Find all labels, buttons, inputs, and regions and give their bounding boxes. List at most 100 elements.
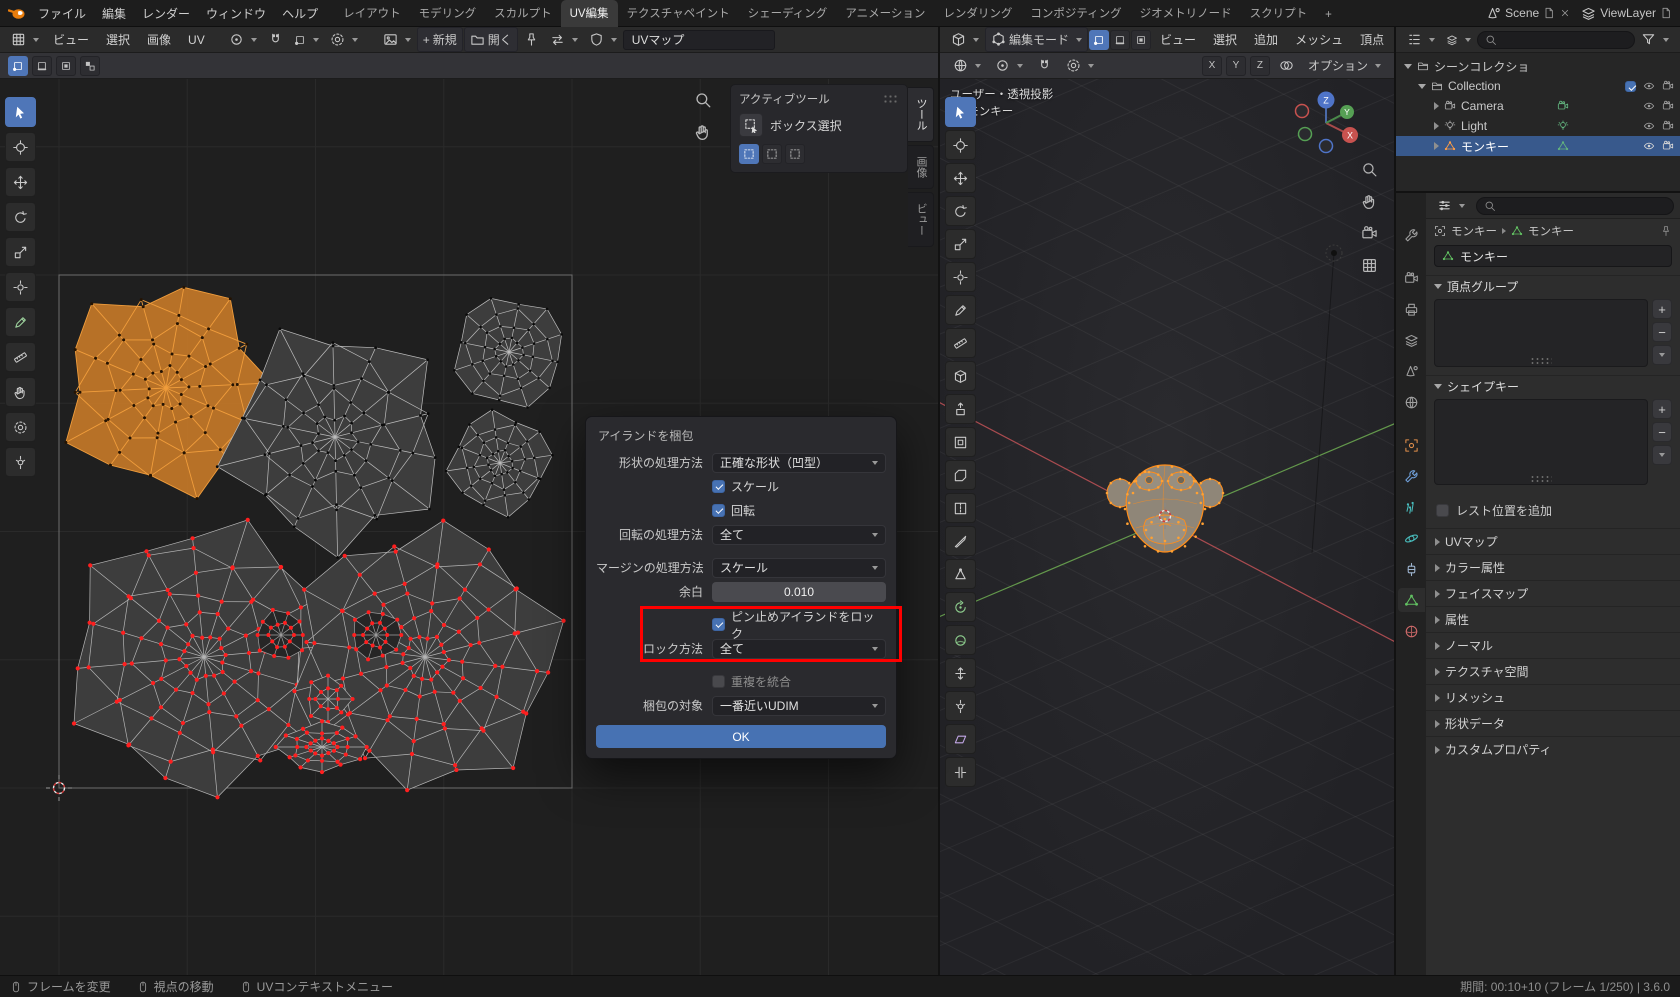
props-tab-constraints[interactable] <box>1398 557 1425 581</box>
tool-measure[interactable] <box>945 328 976 358</box>
props-tab-material[interactable] <box>1398 619 1425 643</box>
uv-menu-select[interactable]: 選択 <box>98 28 138 51</box>
mode-dropdown[interactable]: 編集モード <box>985 27 1089 52</box>
vertex-groups-list[interactable] <box>1434 299 1648 367</box>
props-tab-render[interactable] <box>1398 266 1425 290</box>
options-dropdown[interactable]: オプション <box>1303 54 1386 77</box>
vertex-groups-section-header[interactable]: 頂点グループ <box>1426 275 1680 297</box>
snap-toggle-button[interactable] <box>263 29 288 50</box>
pan-hand-icon[interactable] <box>694 123 712 141</box>
shape-key-specials-button[interactable] <box>1652 445 1672 465</box>
tool-rotate[interactable] <box>945 196 976 226</box>
vp-menu-vertex[interactable]: 頂点 <box>1352 28 1392 51</box>
disclosure-icon[interactable] <box>1434 102 1439 110</box>
uv-tool-cursor[interactable] <box>5 132 36 162</box>
pivot-point-dropdown[interactable] <box>990 55 1028 76</box>
tool-move[interactable] <box>945 163 976 193</box>
navigation-gizmo[interactable]: Z Y X <box>1294 91 1359 154</box>
disclosure-icon[interactable] <box>1418 83 1426 89</box>
new-view-layer-icon[interactable] <box>1660 7 1672 19</box>
snap-target-dropdown[interactable] <box>289 31 324 49</box>
display-channels-dropdown[interactable] <box>584 29 622 50</box>
sidebar-tab-view[interactable]: ビュー <box>908 192 934 247</box>
workspace-tab-scripting[interactable]: スクリプト <box>1241 0 1317 27</box>
section-face-maps[interactable]: フェイスマップ <box>1426 580 1680 606</box>
properties-search[interactable] <box>1476 196 1674 215</box>
uv-editor-type-button[interactable] <box>6 29 44 50</box>
mesh-name-field[interactable] <box>1460 249 1664 263</box>
uv-tool-scale[interactable] <box>5 237 36 267</box>
tool-add-cube[interactable] <box>945 361 976 391</box>
uv-tool-transform[interactable] <box>5 272 36 302</box>
outliner-row-camera[interactable]: Camera <box>1396 96 1680 116</box>
uv-menu-view[interactable]: ビュー <box>45 28 97 51</box>
snap-toggle-button[interactable] <box>1032 55 1057 76</box>
section-color-attributes[interactable]: カラー属性 <box>1426 554 1680 580</box>
view-layer-selector[interactable]: ViewLayer <box>1581 6 1672 21</box>
props-tab-output[interactable] <box>1398 297 1425 321</box>
breadcrumb-data-name[interactable]: モンキー <box>1528 223 1574 239</box>
shape-keys-list[interactable] <box>1434 399 1648 485</box>
outliner-row-scene-collection[interactable]: シーンコレクション <box>1396 56 1680 76</box>
add-workspace-button[interactable]: + <box>1316 4 1341 27</box>
outliner-editor-type-button[interactable] <box>1402 29 1440 50</box>
tool-scale[interactable] <box>945 229 976 259</box>
section-custom-properties[interactable]: カスタムプロパティ <box>1426 736 1680 762</box>
outliner-display-mode-dropdown[interactable] <box>1441 31 1476 49</box>
properties-search-input[interactable] <box>1501 198 1666 213</box>
transform-orientation-dropdown[interactable] <box>948 55 986 76</box>
mirror-z-button[interactable]: Z <box>1249 55 1270 76</box>
uv-tool-select-box[interactable] <box>5 97 36 127</box>
uv-map-name-field[interactable] <box>622 29 775 50</box>
render-visibility-icon[interactable] <box>1662 100 1674 112</box>
remove-vertex-group-button[interactable]: − <box>1652 322 1672 342</box>
blender-logo-icon[interactable] <box>8 5 26 21</box>
rotation-method-dropdown[interactable]: 全て <box>712 524 886 545</box>
tool-spin[interactable] <box>945 592 976 622</box>
list-resize-grip[interactable] <box>1530 475 1552 482</box>
tool-transform[interactable] <box>945 262 976 292</box>
vp-menu-add[interactable]: 追加 <box>1246 28 1286 51</box>
pan-hand-icon[interactable] <box>1361 193 1378 210</box>
pin-image-button[interactable] <box>519 29 544 50</box>
monkey-mesh[interactable] <box>1105 464 1225 553</box>
snapping-options-button[interactable] <box>1274 55 1299 76</box>
uv-sync-select-dropdown[interactable] <box>545 29 583 50</box>
outliner-filter-button[interactable] <box>1636 29 1674 50</box>
props-tab-view-layer[interactable] <box>1398 328 1425 352</box>
props-tab-particles[interactable] <box>1398 495 1425 519</box>
disclosure-icon[interactable] <box>1434 142 1439 150</box>
viewport-editor-type-button[interactable] <box>946 29 984 50</box>
grip-dots-icon[interactable] <box>883 94 899 104</box>
select-mode-subtract-button[interactable] <box>785 144 805 164</box>
section-attributes[interactable]: 属性 <box>1426 606 1680 632</box>
props-tab-physics[interactable] <box>1398 526 1425 550</box>
tool-cursor[interactable] <box>945 130 976 160</box>
disclosure-icon[interactable] <box>1434 122 1439 130</box>
outliner-row-collection[interactable]: Collection <box>1396 76 1680 96</box>
lock-method-dropdown[interactable]: 全て <box>712 638 886 659</box>
props-tab-object-data[interactable] <box>1397 588 1425 612</box>
add-shape-key-button[interactable]: + <box>1652 399 1672 419</box>
toggle-ortho-icon[interactable] <box>1361 257 1378 274</box>
uv-select-mode-island[interactable] <box>80 55 100 76</box>
image-browse-dropdown[interactable] <box>378 29 416 50</box>
section-normals[interactable]: ノーマル <box>1426 632 1680 658</box>
sidebar-tab-tool[interactable]: ツール <box>908 87 934 142</box>
workspace-tab-uv-editing[interactable]: UV編集 <box>560 0 618 27</box>
select-mode-extend-button[interactable] <box>762 144 782 164</box>
uv-tool-relax[interactable] <box>5 412 36 442</box>
tool-poly-build[interactable] <box>945 559 976 589</box>
pivot-dropdown[interactable] <box>224 29 262 50</box>
select-mode-face[interactable] <box>1131 29 1152 50</box>
merge-overlapping-checkbox[interactable] <box>712 675 725 688</box>
workspace-tab-texture-paint[interactable]: テクスチャペイント <box>618 0 739 27</box>
list-resize-grip[interactable] <box>1530 357 1552 364</box>
workspace-tab-rendering[interactable]: レンダリング <box>934 0 1021 27</box>
props-tab-tool[interactable] <box>1398 223 1425 247</box>
uv-menu-uv[interactable]: UV <box>180 30 213 50</box>
viewport-canvas[interactable]: Z Y X <box>940 79 1394 975</box>
workspace-tab-geometry-nodes[interactable]: ジオメトリノード <box>1131 0 1241 27</box>
section-remesh[interactable]: リメッシュ <box>1426 684 1680 710</box>
vp-menu-mesh[interactable]: メッシュ <box>1287 28 1351 51</box>
